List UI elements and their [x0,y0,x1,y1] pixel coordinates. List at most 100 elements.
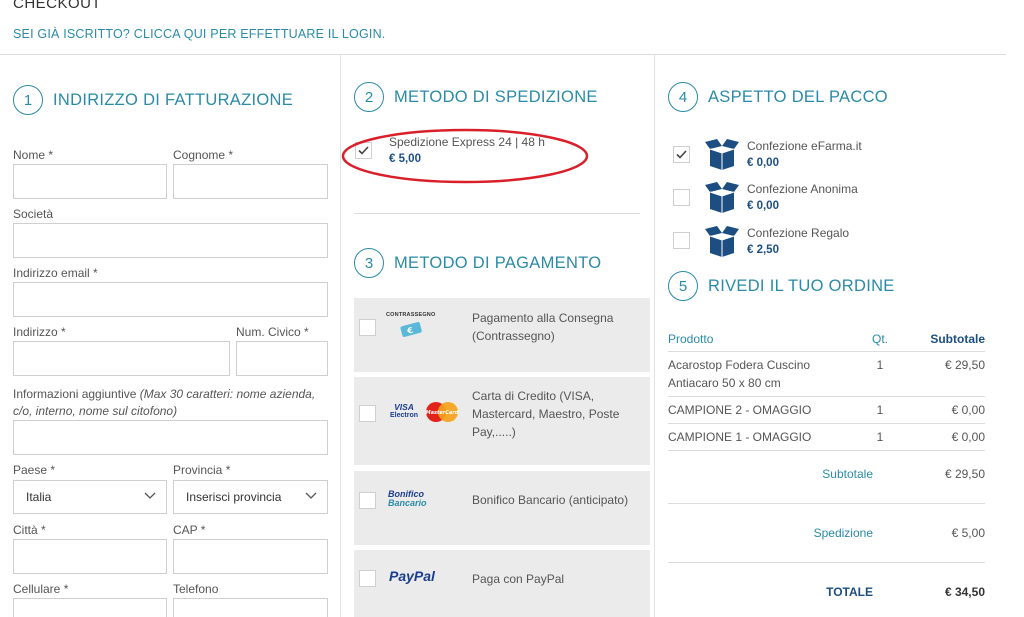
qty-cell: 1 [855,351,905,397]
payment-option-cod[interactable]: CONTRASSEGNO € Pagamento alla Consegna (… [354,298,650,372]
page-title: CHECKOUT [13,0,102,12]
package-option-name: Confezione Regalo [747,226,850,240]
product-cell: CAMPIONE 1 - OMAGGIO [668,423,855,451]
paese-select[interactable]: Italia [13,480,167,514]
subtotal-value: € 29,50 [944,467,985,481]
chevron-down-icon [144,492,156,502]
product-cell: Acarostop Fodera Cuscino Antiacaro 50 x … [668,351,855,397]
step-number: 3 [354,248,384,278]
payment-option-paypal[interactable]: PayPal Paga con PayPal [354,550,650,617]
package-option-price: € 2,50 [747,244,779,256]
section-title: INDIRIZZO DI FATTURAZIONE [53,90,294,109]
header-divider [0,54,1006,55]
package-box-icon [705,139,739,170]
cognome-label: Cognome * [173,148,234,162]
section-title: RIVEDI IL TUO ORDINE [708,276,895,295]
package-option-price: € 0,00 [747,157,779,169]
payment-paypal-checkbox[interactable] [359,570,376,587]
section-title: ASPETTO DEL PACCO [708,87,888,106]
total-label: TOTALE [826,585,873,599]
qty-cell: 1 [855,423,905,451]
payment-cod-checkbox[interactable] [359,319,376,336]
telefono-input[interactable] [173,598,328,617]
totals-divider [668,562,985,563]
payment-option-label: Carta di Credito (VISA, Mastercard, Maes… [472,389,620,439]
citta-label: Città * [13,523,46,537]
order-summary-table: Prodotto Qt. Subtotale Acarostop Fodera … [668,327,985,451]
subtotal-cell: € 0,00 [905,396,985,424]
nome-label: Nome * [13,148,54,162]
subtotal-cell: € 29,50 [905,351,985,397]
column-header-subtotal: Subtotale [905,327,985,352]
provincia-label: Provincia * [173,463,231,477]
package-section-header: 4 ASPETTO DEL PACCO [668,82,888,112]
step-number: 5 [668,271,698,301]
email-input[interactable] [13,282,328,317]
shipping-section-header: 2 METODO DI SPEDIZIONE [354,82,598,112]
package-box-icon [705,182,739,213]
column-header-product: Prodotto [668,327,855,352]
billing-section-header: 1 INDIRIZZO DI FATTURAZIONE [13,85,293,115]
payment-option-label: Pagamento alla Consegna (Contrassegno) [472,311,614,343]
step-number: 1 [13,85,43,115]
table-row: CAMPIONE 1 - OMAGGIO 1 € 0,00 [668,423,985,451]
chevron-down-icon [305,492,317,502]
citta-input[interactable] [13,539,167,574]
payment-card-checkbox[interactable] [359,405,376,422]
cellulare-input[interactable] [13,598,167,617]
payment-option-label: Paga con PayPal [472,572,565,586]
indirizzo-label: Indirizzo * [13,325,66,339]
section-title: METODO DI PAGAMENTO [394,253,602,272]
indirizzo-input[interactable] [13,341,230,376]
payment-section-header: 3 METODO DI PAGAMENTO [354,248,601,278]
package-option-price: € 0,00 [747,200,779,212]
section-divider [354,213,640,214]
login-link[interactable]: SEI GIÀ ISCRITTO? CLICCA QUI PER EFFETTU… [13,27,385,41]
cellulare-label: Cellulare * [13,582,69,596]
table-row: CAMPIONE 2 - OMAGGIO 1 € 0,00 [668,396,985,424]
mastercard-logo: MasterCard [426,402,459,422]
payment-option-label: Bonifico Bancario (anticipato) [472,493,629,507]
info-input[interactable] [13,420,328,455]
paese-label: Paese * [13,463,56,477]
column-divider [654,55,655,617]
shipping-label: Spedizione [813,526,873,540]
review-section-header: 5 RIVEDI IL TUO ORDINE [668,271,895,301]
payment-option-bonifico[interactable]: Bonifico Bancario Bonifico Bancario (ant… [354,471,650,545]
total-value: € 34,50 [944,585,985,599]
column-header-qty: Qt. [855,327,905,352]
subtotal-label: Subtotale [822,467,873,481]
paypal-logo: PayPal [389,568,435,584]
package-efarma-checkbox[interactable] [673,146,690,163]
payment-bonifico-checkbox[interactable] [359,492,376,509]
package-option-name: Confezione Anonima [747,182,858,196]
nome-input[interactable] [13,164,167,199]
societa-input[interactable] [13,223,328,258]
product-cell: CAMPIONE 2 - OMAGGIO [668,396,855,424]
provincia-select[interactable]: Inserisci provincia [173,480,328,514]
package-regalo-checkbox[interactable] [673,232,690,249]
package-anonima-checkbox[interactable] [673,189,690,206]
step-number: 4 [668,82,698,112]
payment-option-card[interactable]: VISA Electron MasterCard Carta di Credit… [354,377,650,465]
svg-text:MasterCard: MasterCard [426,410,459,416]
bonifico-logo: Bonifico Bancario [388,489,427,508]
totals-divider [668,503,985,504]
package-option-name: Confezione eFarma.it [747,139,862,153]
subtotal-cell: € 0,00 [905,423,985,451]
contrassegno-logo: CONTRASSEGNO € [386,312,435,343]
step-number: 2 [354,82,384,112]
civico-label: Num. Civico * [236,325,309,339]
visa-electron-logo: VISA Electron [389,402,418,419]
cognome-input[interactable] [173,164,328,199]
shipping-value: € 5,00 [951,526,985,540]
table-row: Acarostop Fodera Cuscino Antiacaro 50 x … [668,351,985,397]
highlight-ellipse [341,128,589,184]
package-box-icon [705,226,739,257]
telefono-label: Telefono [173,582,219,596]
cap-input[interactable] [173,539,328,574]
qty-cell: 1 [855,396,905,424]
section-title: METODO DI SPEDIZIONE [394,87,598,106]
civico-input[interactable] [236,341,328,376]
checkmark-icon [676,150,687,159]
